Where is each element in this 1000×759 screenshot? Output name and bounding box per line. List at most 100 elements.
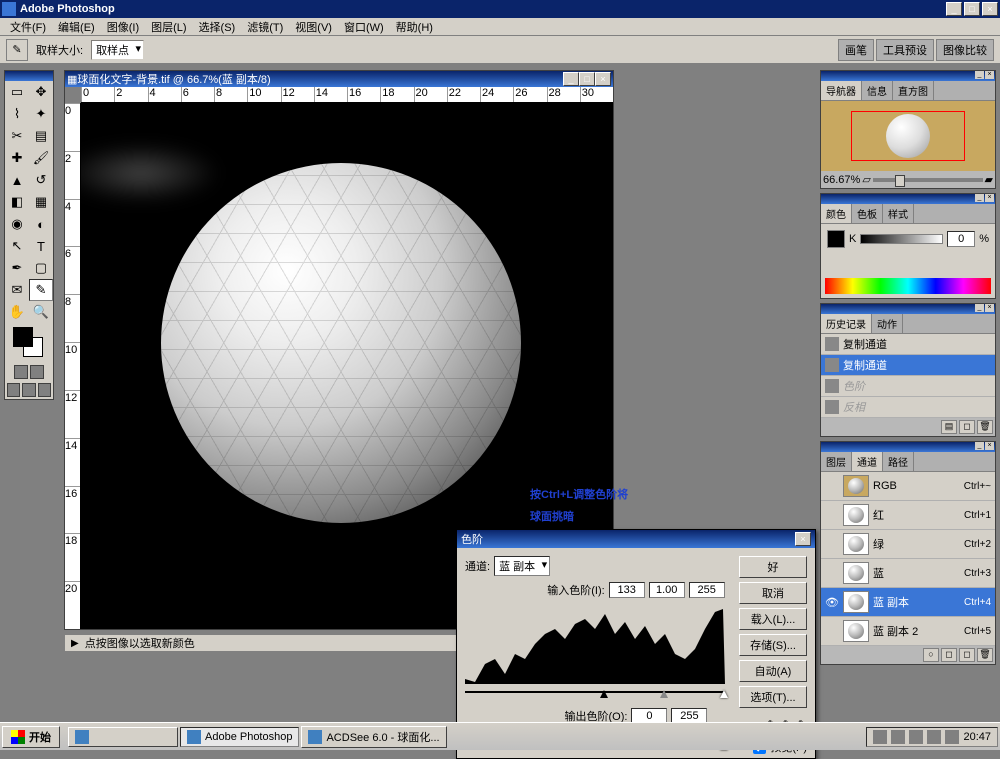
tab-history[interactable]: 历史记录 [821,314,872,333]
tab-paths[interactable]: 路径 [883,452,914,471]
maximize-button[interactable]: □ [964,2,980,16]
gradient-tool[interactable]: ▦ [29,191,53,213]
doc-maximize[interactable]: □ [579,72,595,86]
load-selection-icon[interactable]: ○ [923,648,939,662]
clock[interactable]: 20:47 [963,731,991,743]
wand-tool[interactable]: ✦ [29,103,53,125]
move-tool[interactable]: ✥ [29,81,53,103]
palette-tab-presets[interactable]: 工具预设 [876,39,934,61]
eyedropper-tool[interactable]: ✎ [29,279,53,301]
input-slider[interactable] [465,688,725,698]
input-white-field[interactable]: 255 [689,582,725,598]
type-tool[interactable]: T [29,235,53,257]
brush-tool[interactable]: 🖌 [29,147,53,169]
tray-icon-3[interactable] [909,730,923,744]
menu-select[interactable]: 选择(S) [193,19,242,35]
tray-icon-5[interactable] [945,730,959,744]
options-button[interactable]: 选项(T)... [739,686,807,708]
minimize-button[interactable]: _ [946,2,962,16]
standard-mode[interactable] [14,365,28,379]
levels-titlebar[interactable]: 色阶 × [457,530,815,548]
save-button[interactable]: 存储(S)... [739,634,807,656]
foreground-swatch[interactable] [13,327,33,347]
ruler-vertical[interactable]: 02468101214161820 [65,103,81,629]
auto-button[interactable]: 自动(A) [739,660,807,682]
channel-item[interactable]: 蓝Ctrl+3 [821,559,995,588]
zoom-slider[interactable] [873,178,983,182]
blur-tool[interactable]: ◉ [5,213,29,235]
doc-close[interactable]: × [595,72,611,86]
menu-window[interactable]: 窗口(W) [338,19,390,35]
screen-std[interactable] [7,383,20,397]
channel-item[interactable]: 绿Ctrl+2 [821,530,995,559]
new-channel-icon[interactable]: ◻ [959,648,975,662]
input-gamma-field[interactable]: 1.00 [649,582,685,598]
system-tray[interactable]: 20:47 [866,727,998,747]
close-button[interactable]: × [982,2,998,16]
eraser-tool[interactable]: ◧ [5,191,29,213]
doc-minimize[interactable]: _ [563,72,579,86]
tray-icon-1[interactable] [873,730,887,744]
tab-actions[interactable]: 动作 [872,314,903,333]
menu-file[interactable]: 文件(F) [4,19,52,35]
channel-item[interactable]: 蓝 副本 2Ctrl+5 [821,617,995,646]
pen-tool[interactable]: ✒ [5,257,29,279]
channels-panelbar[interactable]: _× [821,442,995,452]
sample-size-dropdown[interactable]: 取样点 [91,40,144,60]
history-panelbar[interactable]: _× [821,304,995,314]
crop-tool[interactable]: ✂ [5,125,29,147]
zoom-tool[interactable]: 🔍 [29,301,53,323]
tab-info[interactable]: 信息 [862,81,893,100]
zoom-out-icon[interactable]: ▱ [862,173,870,186]
ruler-horizontal[interactable]: 024681012141618202224262830 [81,87,613,103]
hand-tool[interactable]: ✋ [5,301,29,323]
dodge-tool[interactable]: ◐ [29,213,53,235]
color-fg-swatch[interactable] [827,230,845,248]
start-button[interactable]: 开始 [2,726,60,748]
zoom-value[interactable]: 66.67% [823,174,860,186]
eyedropper-icon[interactable]: ✎ [6,39,28,61]
navigator-panelbar[interactable]: _× [821,71,995,81]
k-slider[interactable] [860,234,943,244]
new-doc-icon[interactable]: ◻ [959,420,975,434]
tray-icon-4[interactable] [927,730,941,744]
slice-tool[interactable]: ▤ [29,125,53,147]
marquee-tool[interactable]: ▭ [5,81,29,103]
input-black-field[interactable]: 133 [609,582,645,598]
k-value[interactable]: 0 [947,231,975,247]
toolbox-titlebar[interactable] [5,71,53,81]
history-item[interactable]: 复制通道 [821,355,995,376]
quickmask-mode[interactable] [30,365,44,379]
screen-full-menu[interactable] [22,383,35,397]
palette-tab-compare[interactable]: 图像比较 [936,39,994,61]
history-item[interactable]: 色阶 [821,376,995,397]
menu-view[interactable]: 视图(V) [289,19,338,35]
channel-item[interactable]: RGBCtrl+~ [821,472,995,501]
stamp-tool[interactable]: ▲ [5,169,29,191]
history-brush-tool[interactable]: ↺ [29,169,53,191]
menu-help[interactable]: 帮助(H) [390,19,439,35]
lasso-tool[interactable]: ⌇ [5,103,29,125]
channel-item[interactable]: 红Ctrl+1 [821,501,995,530]
tab-histogram[interactable]: 直方图 [893,81,934,100]
delete-channel-icon[interactable]: 🗑 [977,648,993,662]
cancel-button[interactable]: 取消 [739,582,807,604]
notes-tool[interactable]: ✉ [5,279,29,301]
shape-tool[interactable]: ▢ [29,257,53,279]
history-item[interactable]: 反相 [821,397,995,418]
spectrum-bar[interactable] [825,278,991,294]
tray-icon-2[interactable] [891,730,905,744]
tab-layers[interactable]: 图层 [821,452,852,471]
new-snapshot-icon[interactable]: ▤ [941,420,957,434]
save-selection-icon[interactable]: ◻ [941,648,957,662]
levels-close[interactable]: × [795,532,811,546]
visibility-icon[interactable] [825,479,839,493]
visibility-icon[interactable] [825,508,839,522]
zoom-in-icon[interactable]: ▰ [985,173,993,186]
white-point-handle[interactable] [720,690,728,698]
quicklaunch[interactable] [68,727,178,747]
tab-navigator[interactable]: 导航器 [821,81,862,100]
task-photoshop[interactable]: Adobe Photoshop [180,727,299,747]
ok-button[interactable]: 好 [739,556,807,578]
menu-filter[interactable]: 滤镜(T) [241,19,289,35]
